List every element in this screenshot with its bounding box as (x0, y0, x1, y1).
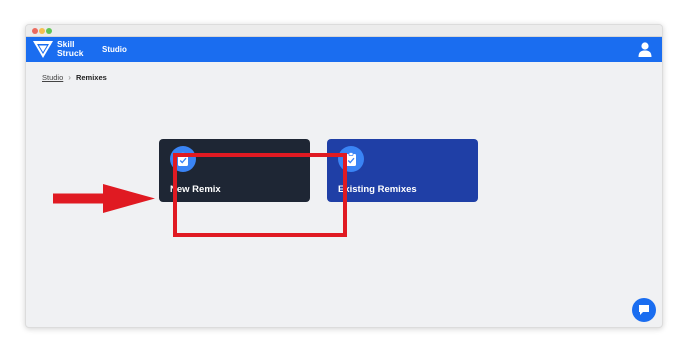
breadcrumb-studio-link[interactable]: Studio (42, 73, 63, 82)
close-window-dot[interactable] (32, 28, 38, 34)
brand-line-2: Struck (57, 48, 84, 58)
chevron-right-icon: › (68, 73, 71, 82)
new-remix-icon-circle (170, 146, 196, 172)
new-remix-title: New Remix (170, 184, 221, 195)
brand-name[interactable]: Skill Struck (57, 40, 97, 58)
breadcrumb: Studio › Remixes (42, 73, 107, 82)
arrow-right-icon (53, 184, 155, 213)
existing-remixes-icon-circle (338, 146, 364, 172)
new-remix-card[interactable]: New Remix (159, 139, 310, 202)
clipboard-icon (346, 152, 356, 166)
existing-remixes-title: Existing Remixes (338, 184, 417, 195)
minimize-window-dot[interactable] (39, 28, 45, 34)
chat-bubble-icon (639, 305, 649, 315)
window-titlebar (26, 25, 662, 37)
user-icon[interactable] (638, 42, 652, 57)
chat-support-button[interactable] (632, 298, 656, 322)
top-navbar: Skill Struck Studio (26, 37, 662, 62)
maximize-window-dot[interactable] (46, 28, 52, 34)
clipboard-icon (178, 152, 188, 166)
existing-remixes-card[interactable]: Existing Remixes (327, 139, 478, 202)
skillstruck-logo-icon[interactable] (33, 41, 53, 58)
breadcrumb-current-remixes: Remixes (75, 73, 107, 82)
nav-studio-link[interactable]: Studio (102, 45, 127, 54)
